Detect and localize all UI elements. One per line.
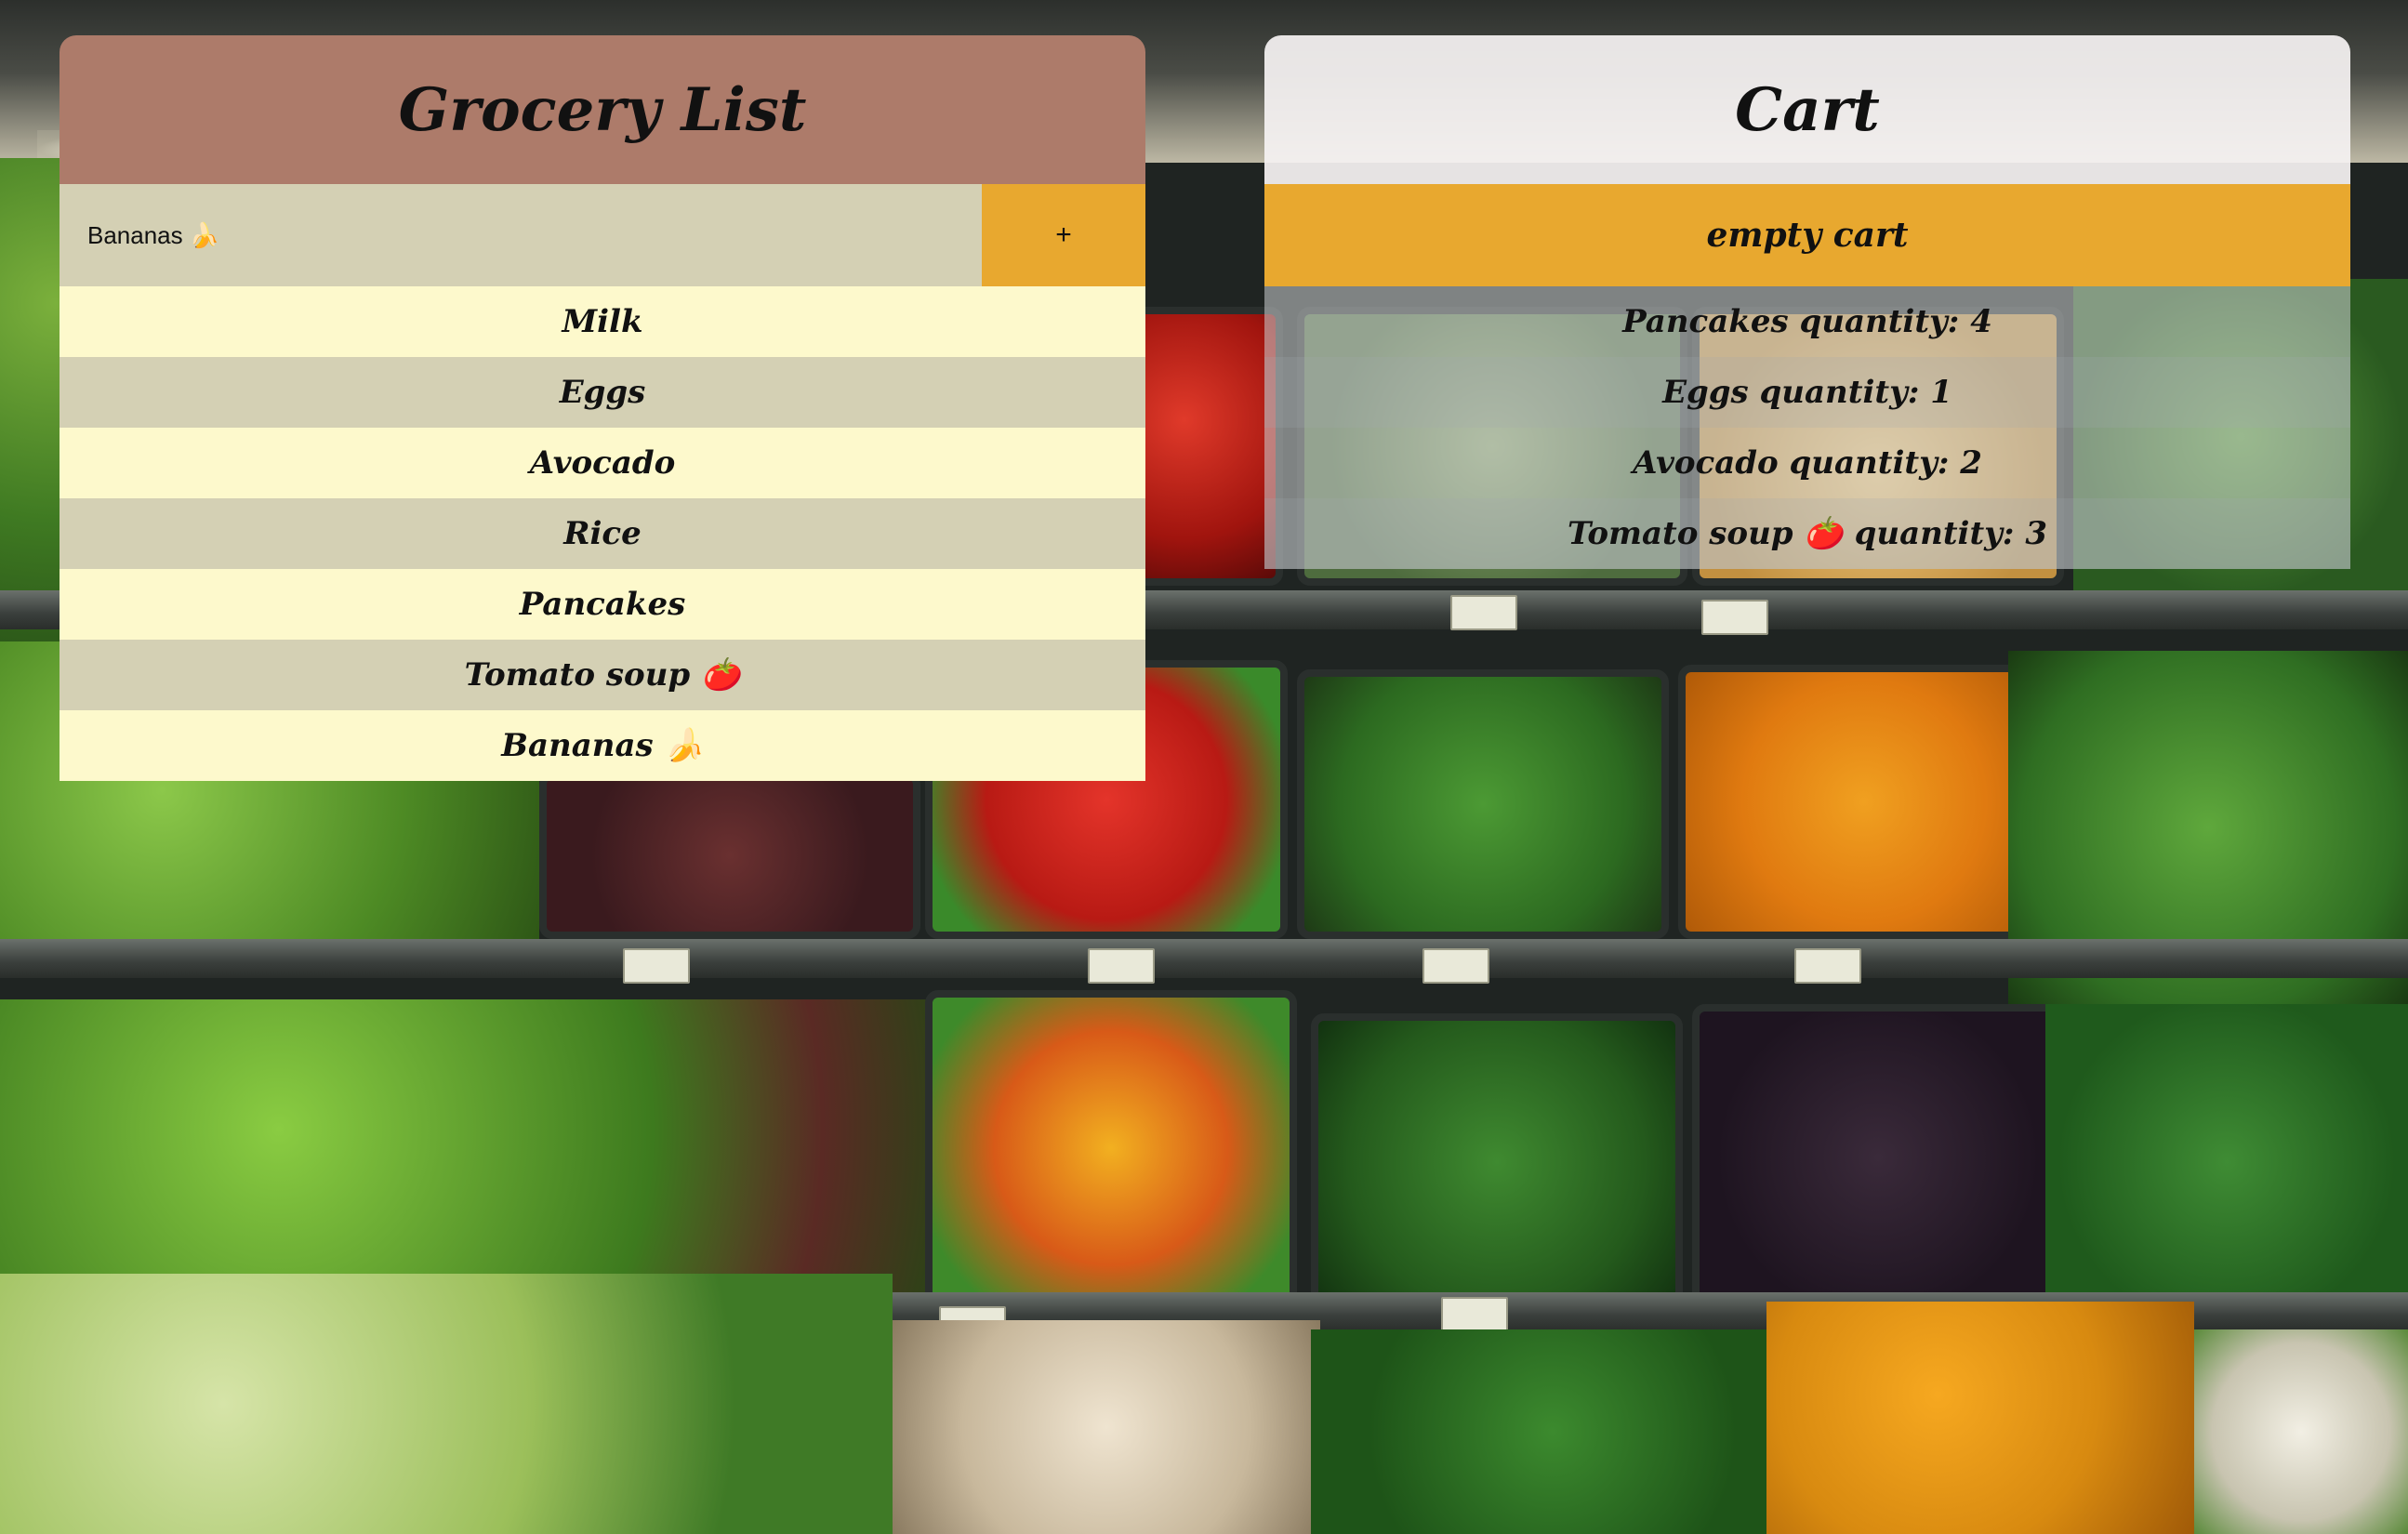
cart-item-avocado: Avocado quantity: 2 bbox=[1264, 428, 2350, 498]
cart-items-list: Pancakes quantity: 4 Eggs quantity: 1 Av… bbox=[1264, 286, 2350, 569]
cart-item-tomato-soup: Tomato soup 🍅 quantity: 3 bbox=[1264, 498, 2350, 569]
cart-item-quantity: 2 bbox=[1960, 444, 1982, 482]
cart-item-quantity: 3 bbox=[2025, 515, 2048, 552]
cart-item-name: Avocado bbox=[1633, 444, 1779, 482]
cart-panel: Cart empty cart Pancakes quantity: 4 Egg… bbox=[1264, 35, 2350, 569]
add-item-button[interactable]: + bbox=[982, 184, 1145, 286]
cart-item-quantity-label: quantity: bbox=[1854, 515, 2015, 552]
cart-item-quantity-label: quantity: bbox=[1759, 374, 1920, 411]
grocery-list-title: Grocery List bbox=[60, 35, 1145, 184]
cart-item-quantity-label: quantity: bbox=[1789, 444, 1950, 482]
cart-title: Cart bbox=[1264, 35, 2350, 184]
empty-cart-button[interactable]: empty cart bbox=[1264, 184, 2350, 286]
grocery-item-avocado[interactable]: Avocado bbox=[60, 428, 1145, 498]
cart-item-quantity-label: quantity: bbox=[1799, 303, 1960, 340]
grocery-item-eggs[interactable]: Eggs bbox=[60, 357, 1145, 428]
add-item-input[interactable] bbox=[60, 184, 982, 286]
grocery-item-bananas[interactable]: Bananas 🍌 bbox=[60, 710, 1145, 781]
grocery-list-panel: Grocery List + Milk Eggs Avocado Rice Pa… bbox=[60, 35, 1145, 781]
add-item-form: + bbox=[60, 184, 1145, 286]
cart-item-pancakes: Pancakes quantity: 4 bbox=[1264, 286, 2350, 357]
cart-item-name: Eggs bbox=[1662, 374, 1749, 411]
grocery-item-milk[interactable]: Milk bbox=[60, 286, 1145, 357]
cart-item-quantity: 4 bbox=[1970, 303, 1992, 340]
cart-item-quantity: 1 bbox=[1930, 374, 1952, 411]
grocery-item-tomato-soup[interactable]: Tomato soup 🍅 bbox=[60, 640, 1145, 710]
grocery-item-pancakes[interactable]: Pancakes bbox=[60, 569, 1145, 640]
cart-item-name: Tomato soup 🍅 bbox=[1567, 515, 1844, 552]
grocery-items-list: Milk Eggs Avocado Rice Pancakes Tomato s… bbox=[60, 286, 1145, 781]
app-root: Grocery List + Milk Eggs Avocado Rice Pa… bbox=[0, 0, 2408, 1534]
cart-item-name: Pancakes bbox=[1622, 303, 1789, 340]
cart-item-eggs: Eggs quantity: 1 bbox=[1264, 357, 2350, 428]
grocery-item-rice[interactable]: Rice bbox=[60, 498, 1145, 569]
